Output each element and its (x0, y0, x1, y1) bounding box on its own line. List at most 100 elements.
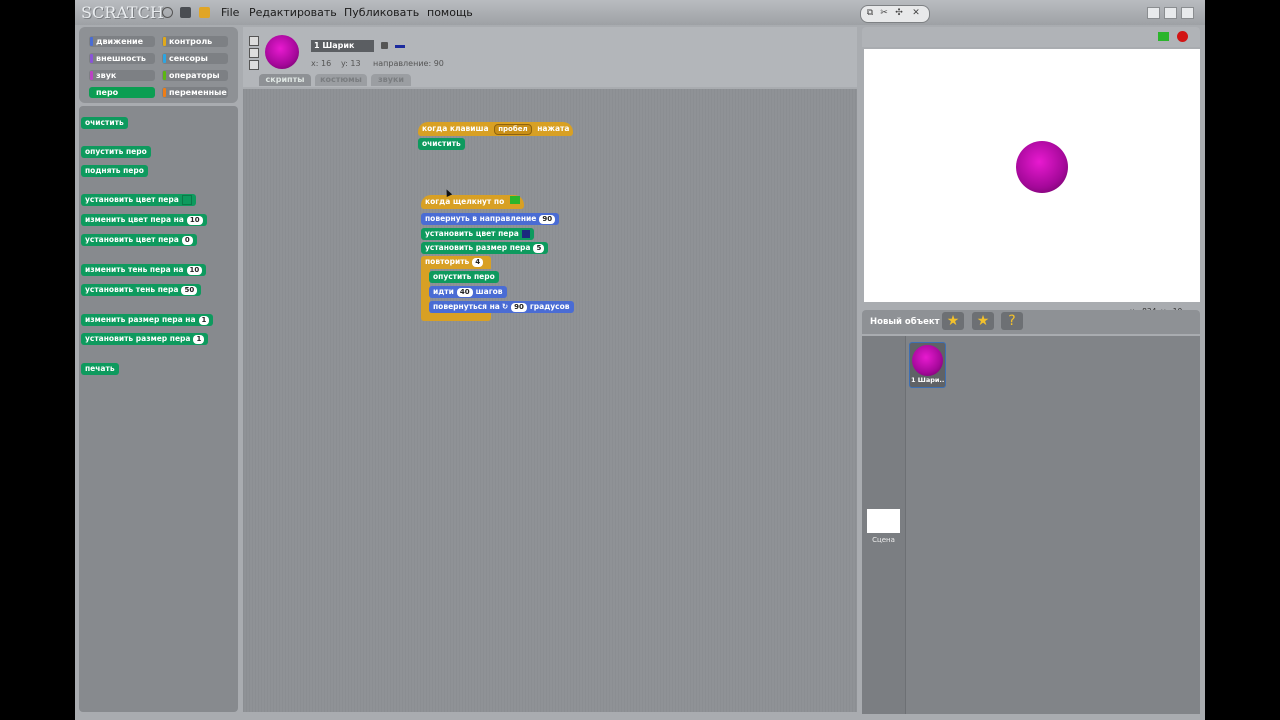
move-steps-block[interactable]: идти 40 шагов (429, 286, 507, 298)
presentation-icon[interactable] (1181, 7, 1194, 19)
scripts-area[interactable]: когда клавиша пробел нажата очистить ког… (243, 89, 857, 712)
palette-block-set-pen-size[interactable]: установить размер пера 1 (81, 333, 209, 345)
palette-block-set-pen-color-num[interactable]: установить цвет пера 0 (81, 234, 197, 246)
category-pen-color (90, 88, 93, 97)
category-looks[interactable]: внешность (89, 53, 155, 64)
pen-color-swatch[interactable] (521, 230, 530, 238)
palette-block-change-pen-color[interactable]: изменить цвет пера на 10 (81, 214, 207, 226)
palette-block-pen-up[interactable]: поднять перо (81, 165, 148, 177)
green-flag-icon (509, 196, 520, 204)
sprite-list (862, 336, 1200, 714)
grow-icon[interactable]: ✣ (894, 8, 904, 18)
tab-costumes[interactable]: костюмы (315, 74, 367, 86)
when-flag-clicked-hat[interactable]: когда щелкнут по (421, 195, 524, 209)
tab-scripts[interactable]: скрипты (259, 74, 311, 86)
repeat-block-bottom (421, 313, 491, 321)
category-variables[interactable]: переменные (162, 87, 228, 98)
set-pen-color-block[interactable]: установить цвет пера (421, 228, 534, 240)
rotation-style-none-icon[interactable] (249, 60, 259, 70)
pen-down-block[interactable]: опустить перо (429, 271, 499, 283)
menu-edit[interactable]: Редактировать (249, 6, 337, 19)
value-input[interactable]: 1 (193, 335, 205, 344)
palette-block-set-pen-shade[interactable]: установить тень пера 50 (81, 284, 202, 296)
stop-icon[interactable] (1177, 31, 1188, 42)
palette-block-clear[interactable]: очистить (81, 117, 128, 129)
menu-share[interactable]: Публиковать (344, 6, 419, 19)
scratch-window: SCRATCH File Редактировать Публиковать п… (75, 0, 1205, 720)
stage-thumbnail-label: Сцена (872, 536, 895, 544)
palette-block-pen-down[interactable]: опустить перо (81, 146, 151, 158)
category-motion[interactable]: движение (89, 36, 155, 47)
degrees-input[interactable]: 90 (511, 303, 527, 312)
category-pen[interactable]: перо (89, 87, 155, 98)
category-variables-color (163, 88, 166, 97)
category-operators[interactable]: операторы (162, 70, 228, 81)
share-icon[interactable] (199, 7, 210, 18)
category-control-color (163, 37, 166, 46)
small-stage-icon[interactable] (1147, 7, 1160, 19)
choose-sprite-file-icon[interactable]: ★ (972, 312, 994, 330)
sprite-ball[interactable] (1016, 141, 1068, 193)
sprite-direction: направление: 90 (373, 59, 444, 68)
lock-icon[interactable] (381, 42, 388, 49)
value-input[interactable]: 50 (181, 286, 198, 295)
stage-toolbar (862, 27, 1200, 47)
sprite-y-position: y: 13 (341, 59, 361, 68)
key-dropdown[interactable]: пробел (494, 124, 532, 135)
category-operators-color (163, 71, 166, 80)
stage-canvas[interactable] (864, 49, 1200, 302)
direction-dropdown[interactable]: 90 (539, 215, 556, 224)
scissors-icon[interactable]: ✂ (879, 8, 889, 18)
category-sound[interactable]: звук (89, 70, 155, 81)
turn-degrees-block[interactable]: повернуться на ↻ 90 градусов (429, 301, 574, 313)
value-input[interactable]: 10 (186, 216, 203, 225)
sprite-tile-label: 1 Шари... (911, 376, 945, 384)
new-sprite-bar: Новый объект (862, 310, 1200, 334)
scratch-logo: SCRATCH (81, 3, 164, 22)
category-sensing[interactable]: сенсоры (162, 53, 228, 64)
save-icon[interactable] (180, 7, 191, 18)
value-input[interactable]: 1 (198, 316, 210, 325)
sprite-thumbnail (265, 35, 299, 69)
tab-sounds[interactable]: звуки (371, 74, 411, 86)
category-looks-color (90, 54, 93, 63)
menu-bar: SCRATCH File Редактировать Публиковать п… (75, 0, 1205, 25)
palette-block-change-pen-shade[interactable]: изменить тень пера на 10 (81, 264, 207, 276)
menu-file[interactable]: File (221, 6, 239, 19)
category-control[interactable]: контроль (162, 36, 228, 47)
palette-block-set-pen-color-swatch[interactable]: установить цвет пера (81, 194, 196, 206)
shrink-icon[interactable]: ✕ (911, 8, 921, 18)
blocks-palette: очистить опустить перо поднять перо уста… (79, 106, 238, 712)
clear-block[interactable]: очистить (418, 138, 465, 150)
value-input[interactable]: 10 (186, 266, 203, 275)
new-sprite-label: Новый объект (870, 317, 940, 327)
sprite-x-position: x: 16 (311, 59, 332, 68)
rotation-style-flip-icon[interactable] (249, 48, 259, 58)
category-sensing-color (163, 54, 166, 63)
color-swatch[interactable] (181, 195, 192, 205)
repeat-count-input[interactable]: 4 (472, 258, 484, 267)
point-in-direction-block[interactable]: повернуть в направление 90 (421, 213, 560, 225)
stage-thumbnail[interactable] (867, 509, 900, 533)
globe-icon[interactable] (162, 7, 173, 18)
steps-input[interactable]: 40 (456, 288, 473, 297)
when-key-pressed-hat[interactable]: когда клавиша пробел нажата (418, 122, 574, 136)
sprite-tile[interactable]: 1 Шари... (909, 342, 946, 388)
palette-block-stamp[interactable]: печать (81, 363, 119, 375)
turn-right-icon: ↻ (501, 302, 509, 311)
green-flag-icon[interactable] (1158, 32, 1169, 41)
menu-help[interactable]: помощь (427, 6, 473, 19)
pen-size-input[interactable]: 5 (533, 244, 545, 253)
paint-new-sprite-icon[interactable]: ★ (942, 312, 964, 330)
tool-bar: ⧉ ✂ ✣ ✕ (860, 5, 930, 23)
value-input[interactable]: 0 (181, 236, 193, 245)
palette-block-change-pen-size[interactable]: изменить размер пера на 1 (81, 314, 214, 326)
set-pen-size-block[interactable]: установить размер пера 5 (421, 242, 549, 254)
random-sprite-icon[interactable]: ? (1001, 312, 1023, 330)
rotation-style-all-icon[interactable] (249, 36, 259, 46)
normal-stage-icon[interactable] (1164, 7, 1177, 19)
sprite-name-field[interactable]: 1 Шарик (311, 40, 374, 52)
category-panel: движение контроль внешность сенсоры звук… (79, 27, 238, 103)
category-sound-color (90, 71, 93, 80)
stamp-icon[interactable]: ⧉ (865, 8, 875, 18)
